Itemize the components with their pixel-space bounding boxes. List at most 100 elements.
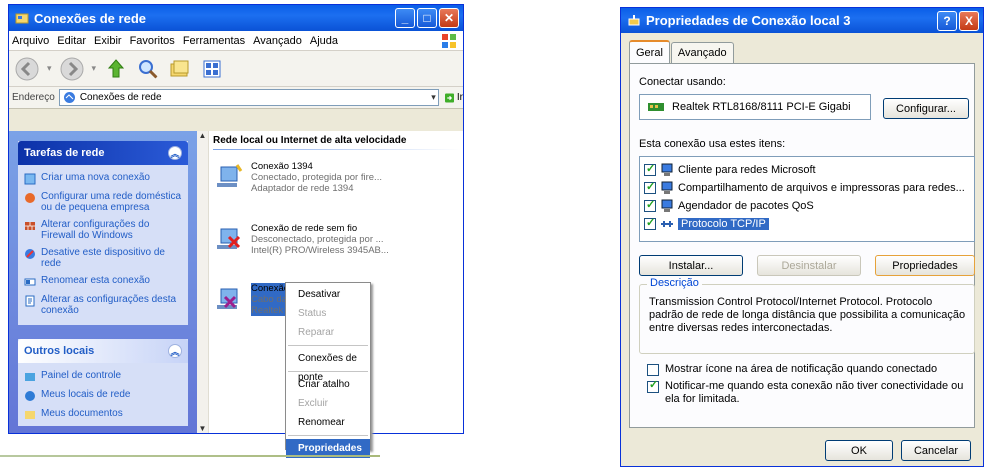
connection-properties-dialog: Propriedades de Conexão local 3 ? X Gera… xyxy=(620,7,984,467)
place-my-network[interactable]: Meus locais de rede xyxy=(18,386,188,405)
address-dropdown-icon[interactable]: ▾ xyxy=(431,92,436,103)
list-item-client[interactable]: Cliente para redes Microsoft xyxy=(640,161,974,179)
vertical-scrollbar[interactable]: ▲ ▼ xyxy=(197,131,209,433)
menu-separator xyxy=(286,432,370,439)
menu-favoritos[interactable]: Favoritos xyxy=(130,35,175,47)
maximize-button[interactable]: □ xyxy=(417,8,437,28)
notify-option[interactable]: Notificar-me quando esta conexão não tiv… xyxy=(647,379,977,406)
tab-geral[interactable]: Geral xyxy=(629,40,670,63)
menu-item-rename[interactable]: Renomear xyxy=(286,413,370,432)
task-create-connection[interactable]: Criar uma nova conexão xyxy=(18,169,188,188)
back-icon[interactable] xyxy=(15,57,39,81)
list-item-qos[interactable]: Agendador de pacotes QoS xyxy=(640,197,974,215)
firewall-icon xyxy=(25,222,35,230)
item-checkbox[interactable] xyxy=(644,198,656,212)
cancel-button[interactable]: Cancelar xyxy=(901,440,971,461)
collapse-chevron-icon[interactable]: ︽ xyxy=(168,344,182,358)
menu-item-repair[interactable]: Reparar xyxy=(286,323,370,342)
file-sharing-icon xyxy=(661,181,673,194)
close-button[interactable]: ✕ xyxy=(439,8,459,28)
go-arrow-icon[interactable] xyxy=(444,90,454,106)
show-icon-checkbox[interactable] xyxy=(647,364,659,376)
forward-dropdown-icon[interactable]: ▾ xyxy=(92,63,97,74)
item-label: Cliente para redes Microsoft xyxy=(678,164,816,176)
task-disable-device[interactable]: Desative este dispositivo de rede xyxy=(18,244,188,272)
address-input[interactable]: Conexões de rede ▾ xyxy=(58,89,439,106)
help-button[interactable]: ? xyxy=(937,11,957,31)
scroll-down-icon[interactable]: ▼ xyxy=(197,424,208,433)
menu-item-disable[interactable]: Desativar xyxy=(286,285,370,304)
menu-ajuda[interactable]: Ajuda xyxy=(310,35,338,47)
forward-icon[interactable] xyxy=(60,57,84,81)
task-label: Configurar uma rede doméstica ou de pequ… xyxy=(41,191,182,213)
menu-separator xyxy=(286,368,370,375)
connection-item-wireless[interactable]: Conexão de rede sem fio Desconectado, pr… xyxy=(215,223,389,256)
notify-label: Notificar-me quando esta conexão não tiv… xyxy=(665,380,964,405)
views-icon[interactable] xyxy=(200,57,224,81)
ok-button[interactable]: OK xyxy=(825,440,893,461)
item-label: Protocolo TCP/IP xyxy=(678,218,769,230)
task-change-settings[interactable]: Alterar as configurações desta conexão xyxy=(18,291,188,319)
local-adapter-disconnected-icon xyxy=(217,288,238,309)
protocol-icon xyxy=(661,221,673,227)
menu-item-status[interactable]: Status xyxy=(286,304,370,323)
wireless-adapter-disconnected-icon xyxy=(217,228,241,249)
folders-icon[interactable] xyxy=(168,57,192,81)
network-tasks-header[interactable]: Tarefas de rede ︽ xyxy=(18,141,188,165)
network-tasks-panel: Tarefas de rede ︽ Criar uma nova conexão… xyxy=(18,141,188,325)
list-item-tcpip[interactable]: Protocolo TCP/IP xyxy=(640,215,974,233)
go-label[interactable]: Ir xyxy=(457,92,463,103)
dialog-title: Propriedades de Conexão local 3 xyxy=(646,13,851,28)
settings-doc-icon xyxy=(25,295,35,307)
menu-avancado[interactable]: Avançado xyxy=(253,35,302,47)
menu-editar[interactable]: Editar xyxy=(57,35,86,47)
connection-item-1394[interactable]: Conexão 1394 Conectado, protegida por fi… xyxy=(215,161,382,194)
window-titlebar[interactable]: Conexões de rede _ □ ✕ xyxy=(9,5,463,31)
notify-checkbox[interactable] xyxy=(647,379,659,393)
network-tasks-title: Tarefas de rede xyxy=(24,147,105,159)
show-icon-option[interactable]: Mostrar ícone na área de notificação qua… xyxy=(647,363,937,376)
menu-item-delete[interactable]: Excluir xyxy=(286,394,370,413)
menu-exibir[interactable]: Exibir xyxy=(94,35,122,47)
toolbar: ▾ ▾ xyxy=(9,51,463,87)
place-control-panel[interactable]: Painel de controle xyxy=(18,367,188,386)
section-title: Rede local ou Internet de alta velocidad… xyxy=(213,135,407,146)
network-folder-icon xyxy=(15,13,29,24)
network-adapter-icon xyxy=(217,164,243,187)
task-firewall[interactable]: Alterar configurações do Firewall do Win… xyxy=(18,216,188,244)
minimize-button[interactable]: _ xyxy=(395,8,415,28)
menu-ferramentas[interactable]: Ferramentas xyxy=(183,35,245,47)
uninstall-button[interactable]: Desinstalar xyxy=(757,255,861,276)
windows-logo-icon xyxy=(442,34,456,48)
item-checkbox[interactable] xyxy=(644,180,656,194)
task-home-network[interactable]: Configurar uma rede doméstica ou de pequ… xyxy=(18,188,188,216)
collapse-chevron-icon[interactable]: ︽ xyxy=(168,146,182,160)
components-list[interactable]: Cliente para redes Microsoft Compartilha… xyxy=(639,156,975,242)
menu-item-bridge-connections[interactable]: Conexões de ponte xyxy=(286,349,370,383)
other-places-title: Outros locais xyxy=(24,345,95,357)
menu-separator xyxy=(286,342,370,349)
up-folder-icon[interactable] xyxy=(104,57,128,81)
task-rename[interactable]: Renomear esta conexão xyxy=(18,272,188,291)
configure-button[interactable]: Configurar... xyxy=(883,98,969,119)
menu-item-create-shortcut[interactable]: Criar atalho xyxy=(286,375,370,394)
address-bar: Endereço Conexões de rede ▾ Ir xyxy=(9,87,463,109)
dialog-close-button[interactable]: X xyxy=(959,11,979,31)
my-documents-icon xyxy=(25,411,35,419)
item-checkbox[interactable] xyxy=(644,162,656,176)
install-button[interactable]: Instalar... xyxy=(639,255,743,276)
back-dropdown-icon[interactable]: ▾ xyxy=(47,63,52,74)
dialog-titlebar[interactable]: Propriedades de Conexão local 3 ? X xyxy=(621,8,983,33)
tab-avancado[interactable]: Avançado xyxy=(670,42,734,63)
menu-arquivo[interactable]: Arquivo xyxy=(12,35,49,47)
other-places-header[interactable]: Outros locais ︽ xyxy=(18,339,188,363)
network-connections-window: Conexões de rede _ □ ✕ Arquivo Editar Ex… xyxy=(8,4,464,434)
scroll-up-icon[interactable]: ▲ xyxy=(197,131,208,140)
item-checkbox[interactable] xyxy=(644,216,656,230)
home-network-icon xyxy=(25,193,35,203)
list-item-file-sharing[interactable]: Compartilhamento de arquivos e impressor… xyxy=(640,179,974,197)
place-my-documents[interactable]: Meus documentos xyxy=(18,405,188,424)
device-field: Realtek RTL8168/8111 PCI-E Gigabi xyxy=(639,94,871,120)
properties-button[interactable]: Propriedades xyxy=(875,255,975,276)
search-icon[interactable] xyxy=(136,57,160,81)
